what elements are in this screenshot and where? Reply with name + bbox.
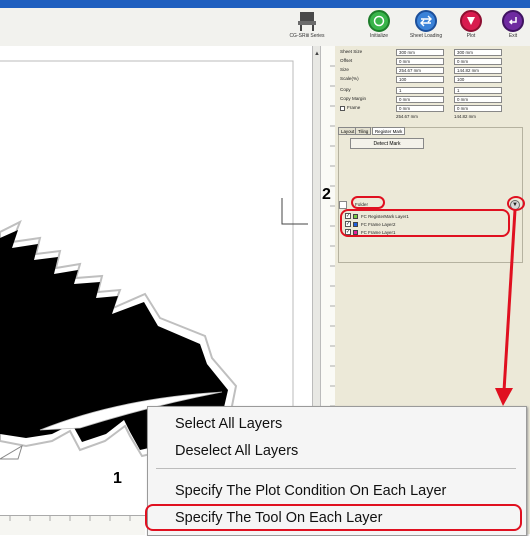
size-x-field[interactable]: 254.67 mm xyxy=(396,67,444,74)
copy-margin-y-field[interactable]: 0 mm xyxy=(454,96,502,103)
plotter-series-button[interactable]: CG-SRⅢ Series xyxy=(280,8,334,46)
menu-item-plot-condition-each-layer[interactable]: Specify The Plot Condition On Each Layer xyxy=(175,483,446,499)
offset-row: Offset 0 mm 0 mm xyxy=(338,58,523,66)
exit-button[interactable]: Exit xyxy=(486,8,530,46)
callout-number-1: 1 xyxy=(113,470,122,487)
menu-separator xyxy=(156,468,516,469)
scale-row: Scale(%) 100 100 xyxy=(338,76,523,84)
totals-row: 254.67 mm 144.82 mm xyxy=(338,114,523,122)
initialize-button[interactable]: Initialize xyxy=(352,8,406,46)
row-label: Sheet Size xyxy=(340,49,363,54)
row-label: Offset xyxy=(340,58,353,63)
row-label: Frame xyxy=(347,105,361,110)
toolbar-label: Exit xyxy=(508,33,518,39)
sheet-loading-icon xyxy=(415,10,437,32)
initialize-icon xyxy=(368,10,390,32)
tab-tiling[interactable]: Tiling xyxy=(355,127,372,135)
copy-x-field[interactable]: 1 xyxy=(396,87,444,94)
annotation-oval-folder xyxy=(351,196,385,209)
annotation-oval-tool-item xyxy=(145,504,522,531)
tab-register-mark[interactable]: Register Mark xyxy=(372,127,406,135)
copy-margin-row: Copy Margin 0 mm 0 mm xyxy=(338,96,523,104)
menu-item-select-all-layers[interactable]: Select All Layers xyxy=(175,416,282,432)
row-label: Scale(%) xyxy=(340,76,359,81)
total-x-value: 254.67 mm xyxy=(396,114,418,119)
toolbar-label: CG-SRⅢ Series xyxy=(289,33,325,39)
sheet-size-row: Sheet Size 300 mm 300 mm xyxy=(338,49,523,57)
scale-x-field[interactable]: 100 xyxy=(396,76,444,83)
annotation-oval-layers xyxy=(340,209,510,237)
exit-icon xyxy=(502,10,524,32)
row-label: Size xyxy=(340,67,349,72)
total-y-value: 144.82 mm xyxy=(454,114,476,119)
menu-item-deselect-all-layers[interactable]: Deselect All Layers xyxy=(175,443,298,459)
detect-mark-button[interactable]: Detect Mark xyxy=(350,138,424,149)
toolbar-label: Initialize xyxy=(369,33,389,39)
frame-row: Frame 0 mm 0 mm xyxy=(338,105,523,113)
size-y-field[interactable]: 144.82 mm xyxy=(454,67,502,74)
copy-row: Copy 1 1 xyxy=(338,87,523,95)
row-label: Copy Margin xyxy=(340,96,367,101)
sheet-size-x-field[interactable]: 300 mm xyxy=(396,49,444,56)
frame-checkbox[interactable] xyxy=(340,106,345,111)
frame-y-field[interactable]: 0 mm xyxy=(454,105,502,112)
callout-number-2: 2 xyxy=(322,186,331,203)
horizontal-ruler xyxy=(0,515,145,535)
copy-margin-x-field[interactable]: 0 mm xyxy=(396,96,444,103)
row-label: Copy xyxy=(340,87,351,92)
size-row: Size 254.67 mm 144.82 mm xyxy=(338,67,523,75)
ruler-ticks xyxy=(330,65,335,447)
copy-y-field[interactable]: 1 xyxy=(454,87,502,94)
frame-x-field[interactable]: 0 mm xyxy=(396,105,444,112)
annotation-arrow-icon xyxy=(495,209,517,406)
plotter-icon xyxy=(297,10,317,32)
folder-toggle[interactable] xyxy=(339,201,347,209)
plot-icon xyxy=(460,10,482,32)
offset-x-field[interactable]: 0 mm xyxy=(396,58,444,65)
offset-y-field[interactable]: 0 mm xyxy=(454,58,502,65)
sheet-size-y-field[interactable]: 300 mm xyxy=(454,49,502,56)
title-bar xyxy=(0,0,530,8)
toolbar: CG-SRⅢ Series Initialize Sheet Loading P… xyxy=(0,8,530,47)
scale-y-field[interactable]: 100 xyxy=(454,76,502,83)
vertical-ruler xyxy=(320,46,336,461)
